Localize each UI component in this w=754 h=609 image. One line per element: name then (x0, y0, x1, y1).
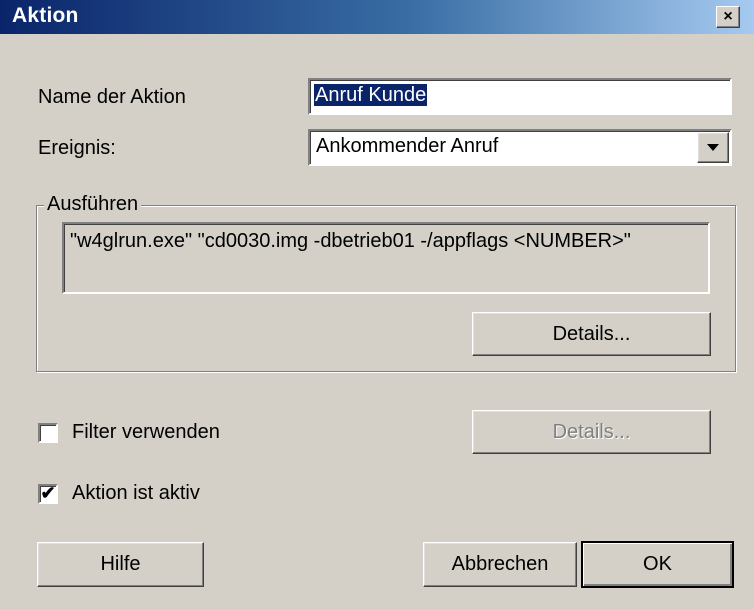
event-select[interactable]: Ankommender Anruf (308, 129, 732, 166)
name-input[interactable]: Anruf Kunde (308, 78, 732, 115)
filter-checkbox[interactable] (38, 423, 58, 443)
active-checkbox[interactable]: ✔ (38, 484, 58, 504)
filter-label: Filter verwenden (72, 421, 220, 443)
filter-details-label: Details... (552, 420, 631, 443)
active-label: Aktion ist aktiv (72, 482, 200, 504)
ok-button[interactable]: OK (581, 541, 734, 588)
event-label: Ereignis: (38, 137, 116, 159)
window-title: Aktion (12, 4, 79, 27)
execute-details-button[interactable]: Details... (472, 312, 711, 356)
cancel-button[interactable]: Abbrechen (423, 542, 577, 587)
help-button-label: Hilfe (100, 553, 141, 575)
help-button[interactable]: Hilfe (37, 542, 204, 587)
filter-details-button[interactable]: Details... (472, 410, 711, 454)
close-icon: × (723, 8, 733, 25)
name-label: Name der Aktion (38, 86, 186, 108)
close-button[interactable]: × (716, 6, 740, 28)
checkmark-icon: ✔ (40, 483, 56, 503)
execute-command-field: "w4glrun.exe" "cd0030.img -dbetrieb01 -/… (62, 222, 710, 294)
event-select-value: Ankommender Anruf (316, 135, 499, 157)
execute-command-text: "w4glrun.exe" "cd0030.img -dbetrieb01 -/… (70, 230, 631, 252)
execute-details-label: Details... (552, 322, 631, 345)
cancel-button-label: Abbrechen (451, 553, 549, 575)
title-bar: Aktion × (0, 0, 754, 34)
execute-legend: Ausführen (44, 193, 142, 216)
chevron-down-icon[interactable] (697, 132, 729, 163)
name-input-value: Anruf Kunde (314, 84, 428, 106)
ok-button-label: OK (643, 553, 672, 575)
